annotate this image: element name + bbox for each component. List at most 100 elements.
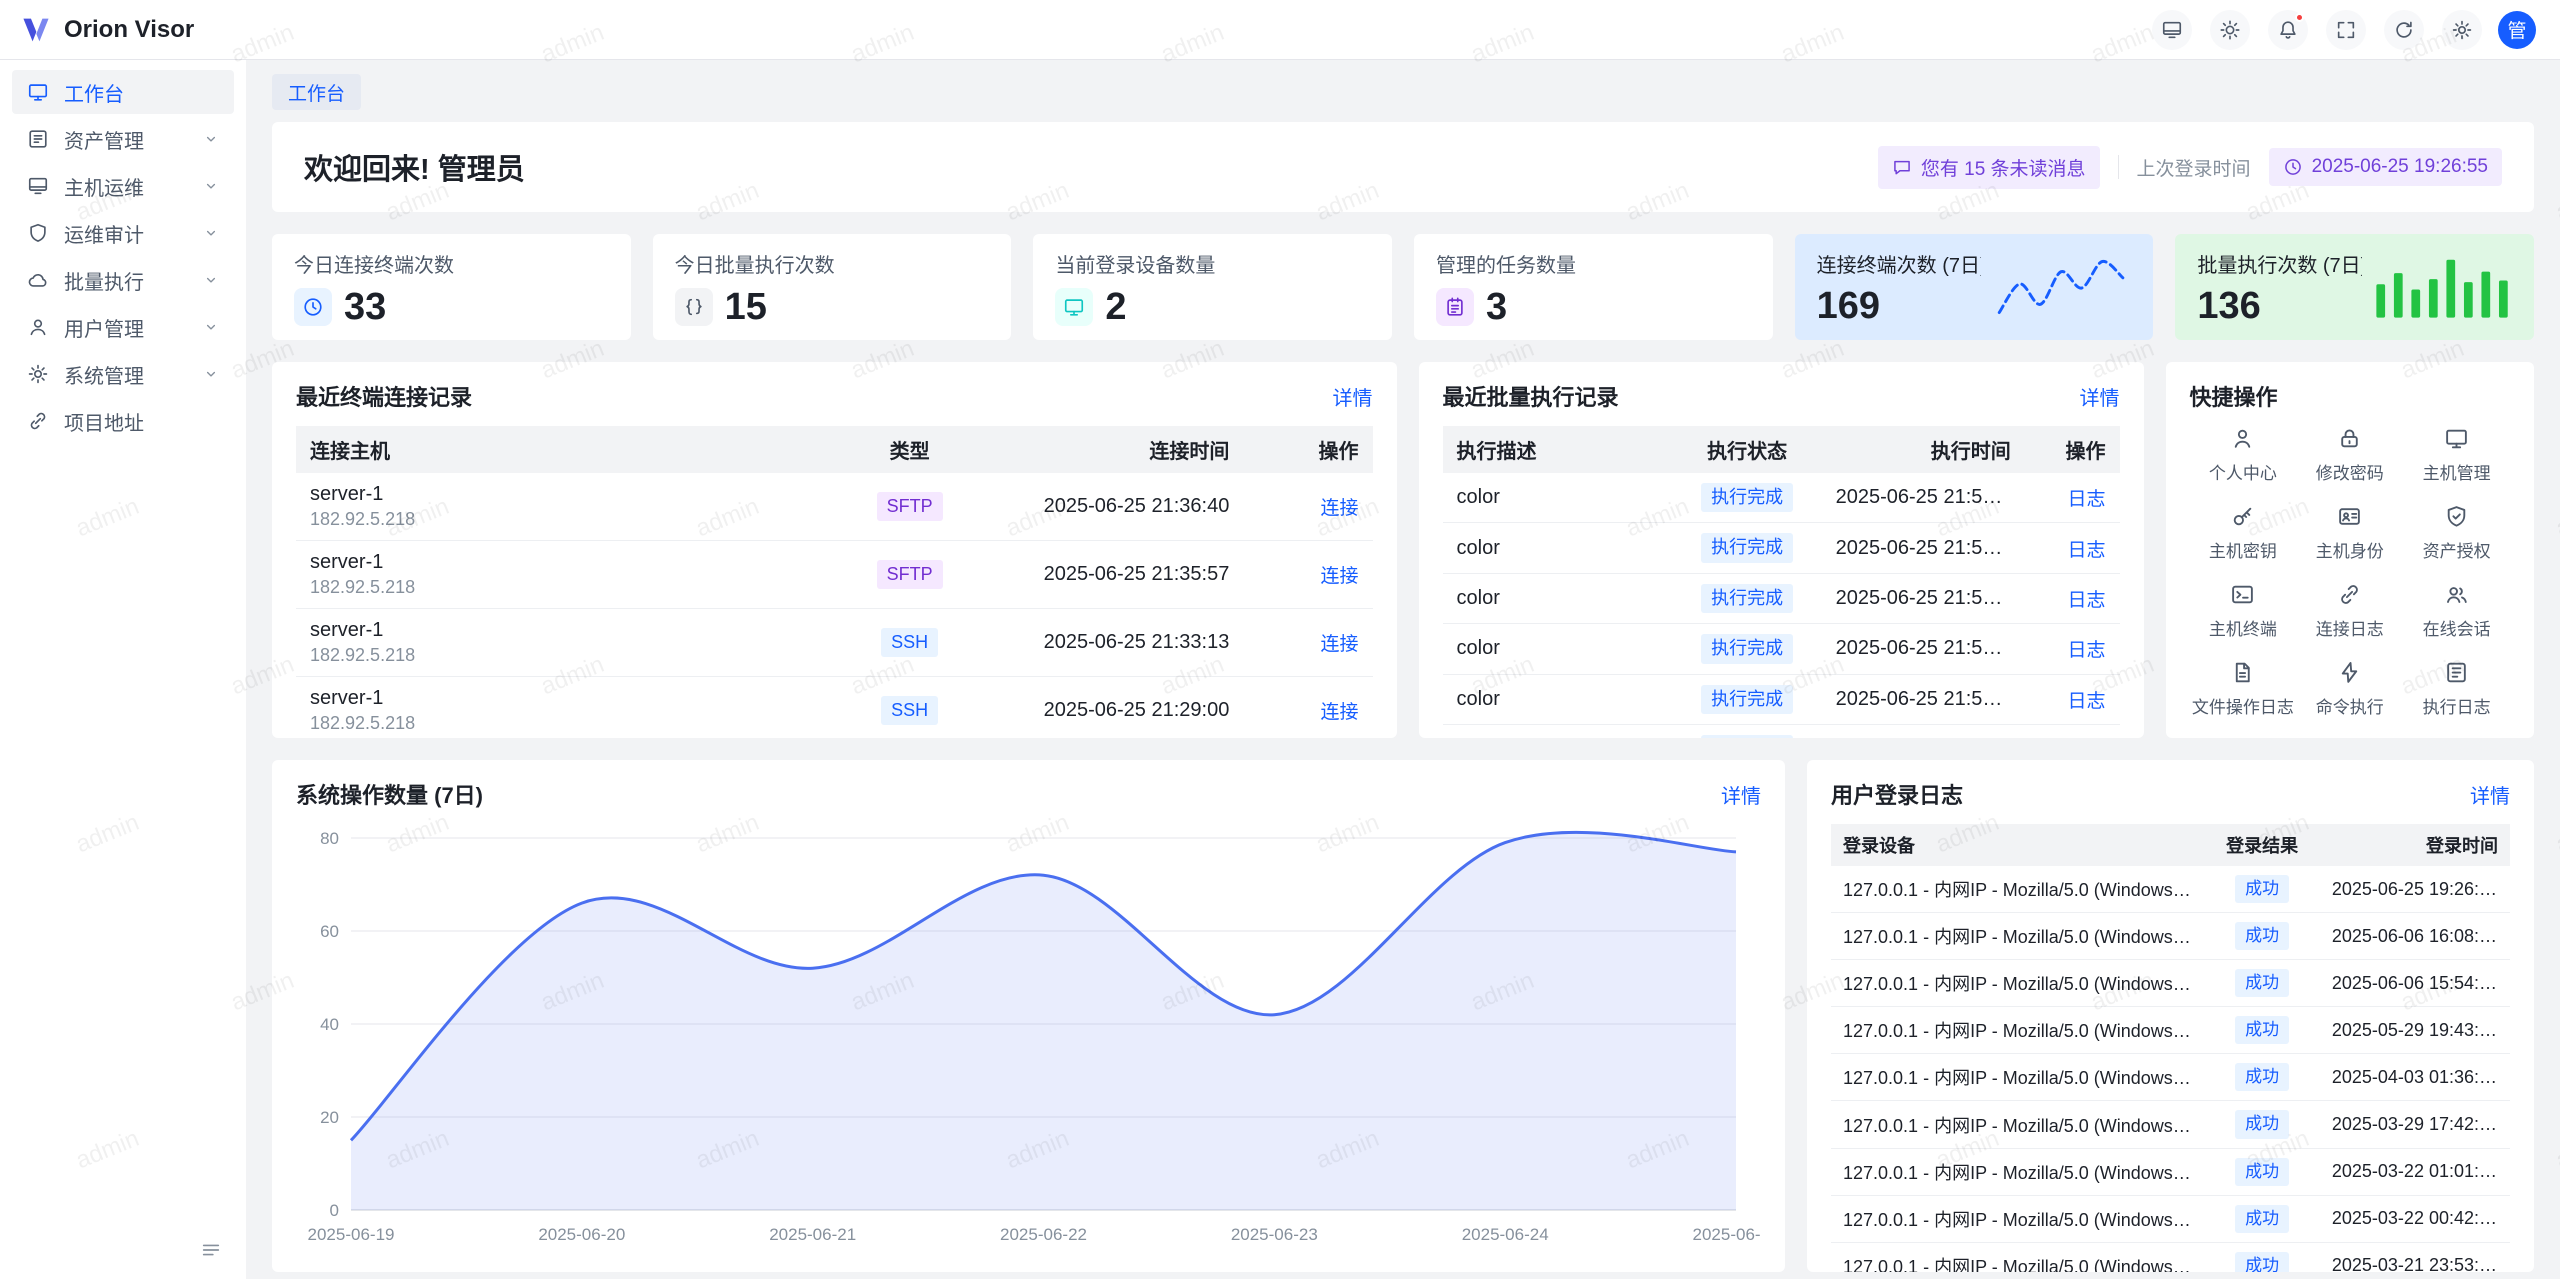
panel-user-login-logs: 用户登录日志 详情 登录设备登录结果登录时间127.0.0.1 - 内网IP -… xyxy=(1807,760,2534,1272)
quick-action-label: 执行日志 xyxy=(2423,693,2491,718)
stat-card: 管理的任务数量3 xyxy=(1414,234,1773,340)
connect-link[interactable]: 连接 xyxy=(1321,566,1359,587)
svg-text:2025-06-20: 2025-06-20 xyxy=(538,1225,625,1244)
connect-link[interactable]: 连接 xyxy=(1321,702,1359,723)
execution-time: 2025-06-25 21:50:42 xyxy=(1822,675,2025,725)
fullscreen-icon[interactable] xyxy=(2326,10,2366,50)
login-result-tag: 成功 xyxy=(2235,1158,2289,1186)
execution-time: 2025-06-25 21:51:01 xyxy=(1822,624,2025,674)
log-link[interactable]: 日志 xyxy=(2067,640,2105,661)
quick-action-filelog[interactable]: 文件操作日志 xyxy=(2190,660,2297,718)
connect-link[interactable]: 连接 xyxy=(1321,498,1359,519)
svg-text:0: 0 xyxy=(330,1201,339,1220)
quick-action-execlog[interactable]: 执行日志 xyxy=(2403,660,2510,718)
terminal-detail-link[interactable]: 详情 xyxy=(1333,382,1373,411)
column-header: 操作 xyxy=(2025,426,2120,473)
terminal-connection-row: server-1182.92.5.218SSH2025-06-25 21:29:… xyxy=(296,677,1373,738)
terminal-connection-row: server-1182.92.5.218SFTP2025-06-25 21:35… xyxy=(296,541,1373,609)
login-result-tag: 成功 xyxy=(2235,922,2289,950)
svg-text:2025-06-23: 2025-06-23 xyxy=(1231,1225,1318,1244)
login-log-row: 127.0.0.1 - 内网IP - Mozilla/5.0 (Windows … xyxy=(1831,1149,2510,1196)
notifications-icon[interactable] xyxy=(2268,10,2308,50)
chevron-down-icon xyxy=(202,224,220,242)
quick-action-shield[interactable]: 资产授权 xyxy=(2403,504,2510,562)
login-device: 127.0.0.1 - 内网IP - Mozilla/5.0 (Windows … xyxy=(1831,960,2204,1007)
batch-detail-link[interactable]: 详情 xyxy=(2080,382,2120,411)
sysops-detail-link[interactable]: 详情 xyxy=(1721,780,1761,809)
sidebar-item-system[interactable]: 系统管理 xyxy=(12,352,234,396)
quick-action-user[interactable]: 个人中心 xyxy=(2190,426,2297,484)
stat-card-value: 2 xyxy=(1105,288,1126,326)
welcome-card: 欢迎回来! 管理员 您有 15 条未读消息 上次登录时间 2025-06-25 … xyxy=(272,122,2534,212)
quick-action-label: 主机终端 xyxy=(2209,615,2277,640)
login-result-tag: 成功 xyxy=(2235,1252,2289,1272)
log-link[interactable]: 日志 xyxy=(2067,590,2105,611)
svg-text:20: 20 xyxy=(320,1108,339,1127)
quick-action-linklog[interactable]: 连接日志 xyxy=(2296,582,2403,640)
breadcrumb-item-workbench[interactable]: 工作台 xyxy=(272,74,361,110)
sidebar-item-hostops[interactable]: 主机运维 xyxy=(12,164,234,208)
monitor-icon xyxy=(2444,426,2469,451)
log-link[interactable]: 日志 xyxy=(2067,489,2105,510)
log-link[interactable]: 日志 xyxy=(2067,540,2105,561)
notification-badge-dot xyxy=(2295,13,2304,22)
divider xyxy=(2118,155,2119,179)
clock-icon xyxy=(2283,157,2303,177)
log-link[interactable]: 日志 xyxy=(2067,691,2105,712)
sidebar-collapse-icon[interactable] xyxy=(196,1235,226,1265)
sidebar-item-assets[interactable]: 资产管理 xyxy=(12,117,234,161)
sidebar-footer xyxy=(12,1235,234,1265)
sidebar-item-label: 用户管理 xyxy=(64,313,202,342)
batch-execution-row: color执行完成2025-06-25 21:51:51日志 xyxy=(1443,473,2120,523)
connect-link[interactable]: 连接 xyxy=(1321,634,1359,655)
svg-text:80: 80 xyxy=(320,829,339,848)
execution-status-tag: 执行完成 xyxy=(1701,584,1793,613)
monitor-icon[interactable] xyxy=(2152,10,2192,50)
svg-text:2025-06-22: 2025-06-22 xyxy=(1000,1225,1087,1244)
protocol-tag: SSH xyxy=(881,628,938,657)
monitor-icon xyxy=(1055,288,1093,326)
unread-messages-badge[interactable]: 您有 15 条未读消息 xyxy=(1878,146,2100,189)
svg-text:40: 40 xyxy=(320,1015,339,1034)
quick-action-bolt[interactable]: 命令执行 xyxy=(2296,660,2403,718)
host-ip: 182.92.5.218 xyxy=(310,645,820,666)
user-avatar[interactable]: 管 xyxy=(2498,11,2536,49)
settings-icon[interactable] xyxy=(2442,10,2482,50)
sidebar-item-users[interactable]: 用户管理 xyxy=(12,305,234,349)
login-device: 127.0.0.1 - 内网IP - Mozilla/5.0 (Windows … xyxy=(1831,1149,2204,1196)
protocol-tag: SFTP xyxy=(877,560,943,589)
theme-icon[interactable] xyxy=(2210,10,2250,50)
sidebar-item-batch[interactable]: 批量执行 xyxy=(12,258,234,302)
quick-action-session[interactable]: 在线会话 xyxy=(2403,582,2510,640)
login-log-row: 127.0.0.1 - 内网IP - Mozilla/5.0 (Windows … xyxy=(1831,1196,2510,1243)
execution-description: color xyxy=(1443,574,1673,624)
quick-action-idcard[interactable]: 主机身份 xyxy=(2296,504,2403,562)
quick-action-label: 连接日志 xyxy=(2316,615,2384,640)
sidebar-item-label: 主机运维 xyxy=(64,172,202,201)
sidebar-item-workbench[interactable]: 工作台 xyxy=(12,70,234,114)
quick-action-label: 个人中心 xyxy=(2209,459,2277,484)
panel-title: 用户登录日志 xyxy=(1831,778,1963,810)
panel-recent-terminal-connections: 最近终端连接记录 详情 连接主机类型连接时间操作server-1182.92.5… xyxy=(272,362,1397,738)
host-name: server-1 xyxy=(310,687,820,710)
login-time: 2025-03-22 00:42:34 xyxy=(2320,1196,2510,1243)
refresh-icon[interactable] xyxy=(2384,10,2424,50)
stat-card-label: 今日批量执行次数 xyxy=(675,249,990,278)
quick-action-terminal[interactable]: 主机终端 xyxy=(2190,582,2297,640)
sidebar-item-link[interactable]: 项目地址 xyxy=(12,399,234,443)
column-header: 登录设备 xyxy=(1831,824,2204,866)
quick-action-monitor[interactable]: 主机管理 xyxy=(2403,426,2510,484)
sidebar-item-audit[interactable]: 运维审计 xyxy=(12,211,234,255)
terminal-icon xyxy=(2230,582,2255,607)
sidebar-item-label: 工作台 xyxy=(64,78,220,107)
host-name: server-1 xyxy=(310,483,820,506)
sidebar-item-label: 资产管理 xyxy=(64,125,202,154)
bolt-icon xyxy=(2337,660,2362,685)
quick-action-lock[interactable]: 修改密码 xyxy=(2296,426,2403,484)
stat-card-label: 当前登录设备数量 xyxy=(1055,249,1370,278)
quick-action-key[interactable]: 主机密钥 xyxy=(2190,504,2297,562)
column-header: 登录时间 xyxy=(2320,824,2510,866)
login-detail-link[interactable]: 详情 xyxy=(2470,780,2510,809)
login-log-row: 127.0.0.1 - 内网IP - Mozilla/5.0 (Windows … xyxy=(1831,1054,2510,1101)
login-time: 2025-05-29 19:43:57 xyxy=(2320,1007,2510,1054)
